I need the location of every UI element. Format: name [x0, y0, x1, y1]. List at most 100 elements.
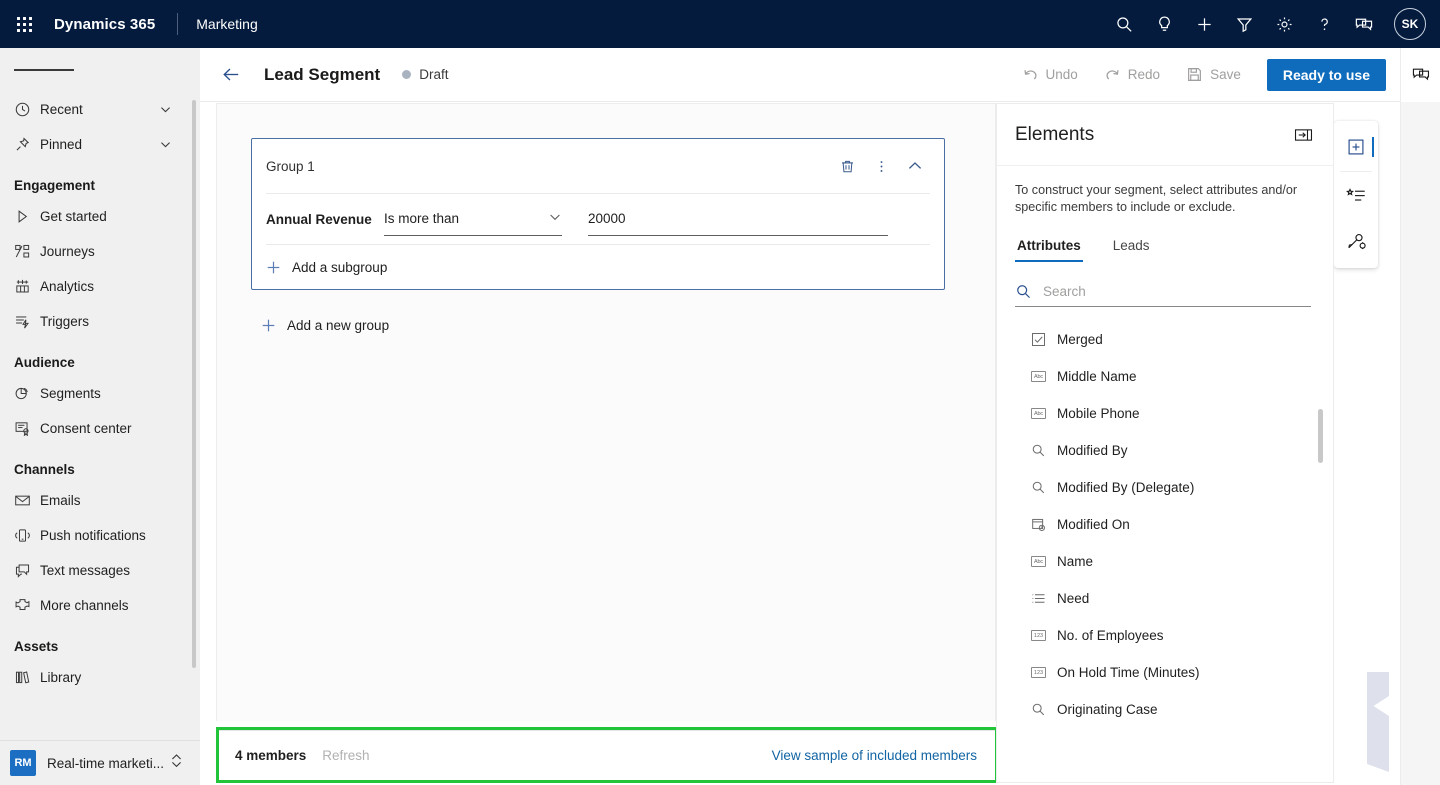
- app-launcher-button[interactable]: [0, 0, 48, 48]
- ready-to-use-button[interactable]: Ready to use: [1266, 58, 1386, 91]
- sidebar-section-audience: Audience: [14, 355, 75, 370]
- redo-icon: [1106, 70, 1119, 80]
- sidebar-item-label: Get started: [40, 209, 107, 224]
- save-button[interactable]: Save: [1176, 58, 1251, 92]
- chevron-updown-icon: [170, 753, 183, 773]
- topbar-actions: SK: [1104, 0, 1440, 48]
- elements-panel-description: To construct your segment, select attrib…: [1015, 183, 1298, 214]
- feedback-icon: [1412, 68, 1429, 81]
- right-edge-rail: [1400, 48, 1440, 785]
- search-button[interactable]: [1104, 0, 1144, 48]
- sidebar-item-library[interactable]: Library: [0, 660, 200, 695]
- sidebar-item-get-started[interactable]: Get started: [0, 199, 200, 234]
- list-item[interactable]: Modified By: [997, 432, 1333, 469]
- triggers-icon: [14, 313, 40, 330]
- list-item[interactable]: Need: [997, 580, 1333, 617]
- envelope-icon: [14, 492, 40, 509]
- mobile-icon: [14, 527, 40, 544]
- list-item[interactable]: Originating Case: [997, 691, 1333, 728]
- sidebar-toggle-button[interactable]: [0, 48, 200, 92]
- attributes-scrollbar[interactable]: [1318, 409, 1323, 463]
- condition-value-input[interactable]: 20000: [588, 202, 888, 236]
- list-item[interactable]: Modified On: [997, 506, 1333, 543]
- delete-group-button[interactable]: [830, 149, 864, 183]
- sidebar-item-triggers[interactable]: Triggers: [0, 304, 200, 339]
- insights-button[interactable]: [1144, 0, 1184, 48]
- rail-feedback-button[interactable]: [1401, 48, 1440, 102]
- sidebar-item-journeys[interactable]: Journeys: [0, 234, 200, 269]
- lightbulb-icon: [1158, 15, 1170, 31]
- plus-icon: [261, 318, 276, 333]
- list-item[interactable]: Modified By (Delegate): [997, 469, 1333, 506]
- help-button[interactable]: [1304, 0, 1344, 48]
- redo-button[interactable]: Redo: [1094, 58, 1170, 92]
- add-element-icon: [1348, 139, 1364, 155]
- page-title: Lead Segment: [264, 64, 381, 84]
- sidebar-item-pinned[interactable]: Pinned: [0, 127, 200, 162]
- list-item-label: Mobile Phone: [1057, 406, 1140, 421]
- group-header: Group 1: [252, 139, 944, 193]
- undo-button[interactable]: Undo: [1012, 58, 1088, 92]
- list-item-label: Need: [1057, 591, 1090, 606]
- sidebar-item-label: Recent: [40, 102, 83, 117]
- feedback-button[interactable]: [1344, 0, 1384, 48]
- group-more-options-button[interactable]: [864, 149, 898, 183]
- add-subgroup-button[interactable]: Add a subgroup: [252, 245, 944, 289]
- sidebar-scrollbar[interactable]: [192, 100, 196, 668]
- list-item[interactable]: Abc Name: [997, 543, 1333, 580]
- hamburger-line: [14, 69, 34, 71]
- sidebar-item-text-messages[interactable]: Text messages: [0, 553, 200, 588]
- sidebar-item-analytics[interactable]: Analytics: [0, 269, 200, 304]
- tab-leads[interactable]: Leads: [1111, 232, 1152, 262]
- personalization-icon: [1347, 233, 1366, 249]
- app-name-label: Marketing: [196, 16, 258, 32]
- back-button[interactable]: [214, 58, 248, 92]
- app-badge: RM: [10, 750, 36, 776]
- list-item[interactable]: 123 On Hold Time (Minutes): [997, 654, 1333, 691]
- sidebar-item-push-notifications[interactable]: Push notifications: [0, 518, 200, 553]
- elements-panel: Elements To construct your segment, sele…: [996, 103, 1334, 783]
- rail-item-favorites-list[interactable]: [1334, 174, 1378, 218]
- list-item[interactable]: Abc Mobile Phone: [997, 395, 1333, 432]
- list-item[interactable]: Merged: [997, 321, 1333, 358]
- sidebar-item-recent[interactable]: Recent: [0, 92, 200, 127]
- chevron-down-icon[interactable]: [159, 138, 172, 151]
- lookup-icon: [1031, 480, 1057, 495]
- user-avatar[interactable]: SK: [1394, 8, 1426, 40]
- attributes-search-input[interactable]: Search: [1015, 276, 1311, 307]
- text-icon: Abc: [1031, 371, 1057, 382]
- app-switcher[interactable]: RM Real-time marketi...: [0, 740, 200, 785]
- save-icon: [1188, 68, 1202, 81]
- rail-item-add-element[interactable]: [1334, 125, 1378, 169]
- lookup-icon: [1031, 443, 1057, 458]
- sidebar-item-label: Journeys: [40, 244, 95, 259]
- sidebar-item-label: Triggers: [40, 314, 90, 329]
- rail-item-personalization[interactable]: [1334, 218, 1378, 262]
- plus-icon: [1197, 17, 1211, 31]
- settings-button[interactable]: [1264, 0, 1304, 48]
- filter-button[interactable]: [1224, 0, 1264, 48]
- chevron-up-icon: [908, 162, 922, 169]
- collapse-group-button[interactable]: [898, 149, 932, 183]
- sidebar-item-segments[interactable]: Segments: [0, 376, 200, 411]
- list-item[interactable]: Abc Middle Name: [997, 358, 1333, 395]
- condition-attribute-label: Annual Revenue: [266, 211, 372, 227]
- condition-operator-select[interactable]: Is more than: [384, 202, 562, 236]
- view-sample-link[interactable]: View sample of included members: [772, 748, 977, 763]
- sidebar-navigation: Recent Pinned Engagement Get started Jou…: [0, 48, 200, 785]
- sidebar-item-more-channels[interactable]: More channels: [0, 588, 200, 623]
- chevron-down-icon[interactable]: [159, 103, 172, 116]
- list-item[interactable]: 123 No. of Employees: [997, 617, 1333, 654]
- refresh-button[interactable]: Refresh: [322, 748, 369, 763]
- add-new-group-button[interactable]: Add a new group: [261, 318, 389, 333]
- sidebar-item-emails[interactable]: Emails: [0, 483, 200, 518]
- elements-tabs: Attributes Leads: [997, 232, 1333, 263]
- tab-attributes[interactable]: Attributes: [1015, 232, 1083, 263]
- hamburger-line: [34, 69, 54, 71]
- undo-icon: [1023, 70, 1037, 80]
- new-button[interactable]: [1184, 0, 1224, 48]
- collapse-panel-button[interactable]: [1289, 121, 1317, 149]
- command-bar-actions: Undo Redo Save Ready to use: [1012, 58, 1386, 92]
- sidebar-section-engagement: Engagement: [14, 178, 96, 193]
- sidebar-item-consent-center[interactable]: Consent center: [0, 411, 200, 446]
